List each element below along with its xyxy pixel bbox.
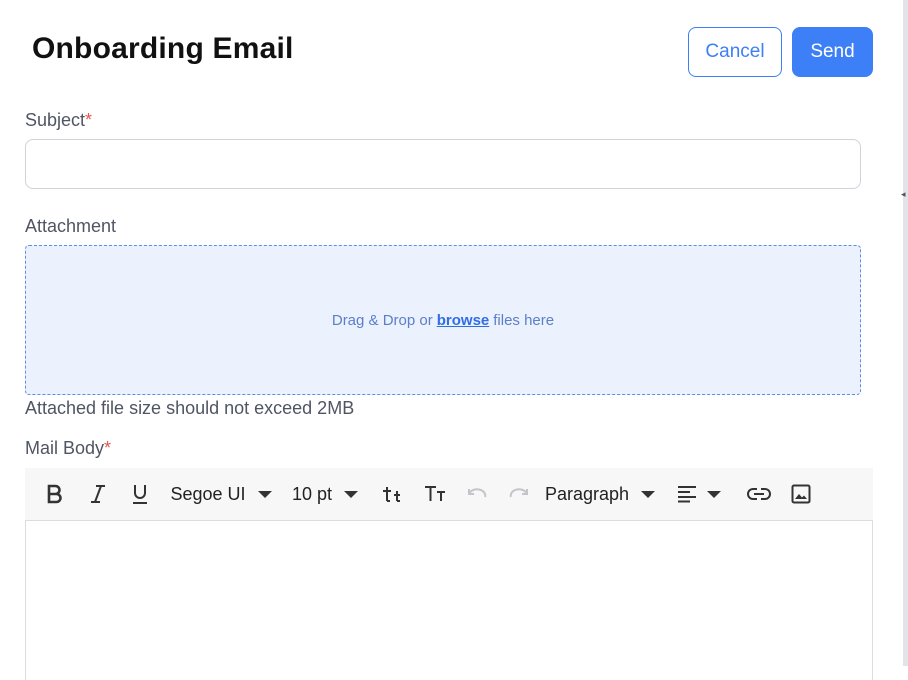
chevron-down-icon xyxy=(344,490,359,498)
subject-label: Subject* xyxy=(25,110,92,131)
send-button[interactable]: Send xyxy=(792,27,873,77)
bold-icon[interactable] xyxy=(43,468,67,520)
attachment-dropzone[interactable]: Drag & Drop or browse files here xyxy=(25,245,861,395)
underline-icon[interactable] xyxy=(128,468,152,520)
block-format-value: Paragraph xyxy=(544,483,630,504)
block-format-select[interactable]: Paragraph xyxy=(544,468,656,520)
subject-input[interactable] xyxy=(25,139,861,189)
redo-icon[interactable] xyxy=(507,468,531,520)
editor-toolbar: Segoe UI 10 pt Paragraph xyxy=(25,468,873,520)
italic-icon[interactable] xyxy=(86,468,110,520)
attachment-size-hint: Attached file size should not exceed 2MB xyxy=(25,398,355,418)
font-size-decrease-icon[interactable] xyxy=(423,468,447,520)
mail-body-editor[interactable] xyxy=(25,520,873,680)
subject-label-text: Subject xyxy=(25,110,86,130)
font-family-select[interactable]: Segoe UI xyxy=(167,468,275,520)
chevron-down-icon xyxy=(641,490,656,498)
link-icon[interactable] xyxy=(746,468,772,520)
mail-body-label-text: Mail Body xyxy=(25,438,105,458)
image-icon[interactable] xyxy=(789,468,813,520)
align-select[interactable] xyxy=(673,468,725,520)
undo-icon[interactable] xyxy=(465,468,489,520)
font-size-value: 10 pt xyxy=(291,483,333,504)
email-dialog: Onboarding Email Cancel Send Subject* At… xyxy=(0,0,903,680)
required-mark: * xyxy=(85,110,93,130)
attachment-label: Attachment xyxy=(25,216,117,236)
dropzone-text-before: Drag & Drop or xyxy=(331,311,433,329)
resize-handle-icon[interactable]: ◂ xyxy=(901,188,908,200)
required-mark: * xyxy=(104,438,112,458)
panel-edge xyxy=(903,0,908,666)
font-size-select[interactable]: 10 pt xyxy=(290,468,360,520)
align-left-icon xyxy=(678,486,696,503)
mail-body-label: Mail Body* xyxy=(25,438,111,459)
font-size-increase-icon[interactable] xyxy=(381,468,405,520)
chevron-down-icon xyxy=(707,490,721,498)
font-family-value: Segoe UI xyxy=(170,483,246,504)
chevron-down-icon xyxy=(257,490,272,498)
browse-link[interactable]: browse xyxy=(437,312,490,329)
cancel-button[interactable]: Cancel xyxy=(688,27,782,77)
page-title: Onboarding Email xyxy=(32,32,294,65)
dropzone-text-after: files here xyxy=(493,311,555,329)
